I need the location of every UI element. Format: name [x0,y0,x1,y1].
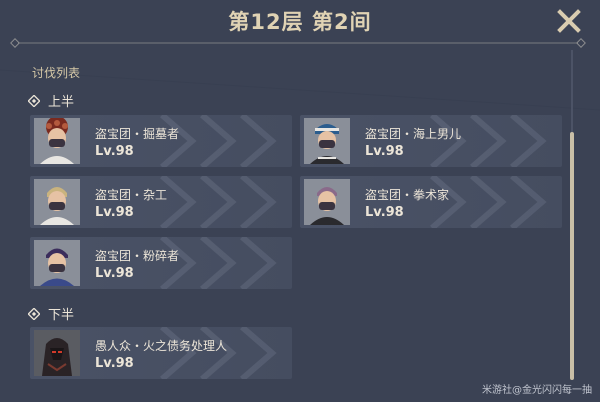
enemy-level: Lv.98 [95,144,134,159]
second-half-header: 下半 [28,304,74,323]
enemy-avatar [34,240,80,286]
close-icon[interactable] [556,8,582,34]
first-half-label: 上半 [48,95,75,110]
enemy-level: Lv.98 [95,205,134,220]
diamond-icon [28,307,40,320]
enemy-avatar [34,179,80,225]
title-divider [10,38,586,48]
floor-chamber-title: 第12层 第2间 [228,10,372,34]
enemy-card-boxer[interactable]: 盗宝团・拳术家 Lv.98 [300,176,562,228]
enemy-list-label: 讨伐列表 [32,66,81,80]
enemy-name: 愚人众・火之债务处理人 [95,339,228,353]
enemy-name: 盗宝团・海上男儿 [365,127,462,141]
enemy-card-seaman[interactable]: 盗宝团・海上男儿 Lv.98 [300,115,562,167]
enemy-level: Lv.98 [95,356,134,371]
second-half-label: 下半 [48,308,75,323]
enemy-card-pyro-debt-collector[interactable]: 愚人众・火之债务处理人 Lv.98 [30,327,292,379]
enemy-avatar [34,118,80,164]
enemy-level: Lv.98 [365,205,404,220]
enemy-level: Lv.98 [365,144,404,159]
enemy-card-grave-digger[interactable]: 盗宝团・掘墓者 Lv.98 [30,115,292,167]
enemy-name: 盗宝团・拳术家 [365,188,450,202]
enemy-name: 盗宝团・杂工 [95,188,168,202]
enemy-avatar [304,118,350,164]
enemy-card-crusher[interactable]: 盗宝团・粉碎者 Lv.98 [30,237,292,289]
enemy-avatar [34,330,80,376]
enemy-name: 盗宝团・粉碎者 [95,249,180,263]
enemy-name: 盗宝团・掘墓者 [95,127,180,141]
enemy-card-handyman[interactable]: 盗宝团・杂工 Lv.98 [30,176,292,228]
enemy-level: Lv.98 [95,266,134,281]
first-half-header: 上半 [28,91,74,110]
watermark: 米游社@金光闪闪每一抽 [482,385,592,396]
enemy-avatar [304,179,350,225]
diamond-icon [28,94,40,107]
scrollbar[interactable] [570,132,574,380]
scroll-track [571,50,573,132]
